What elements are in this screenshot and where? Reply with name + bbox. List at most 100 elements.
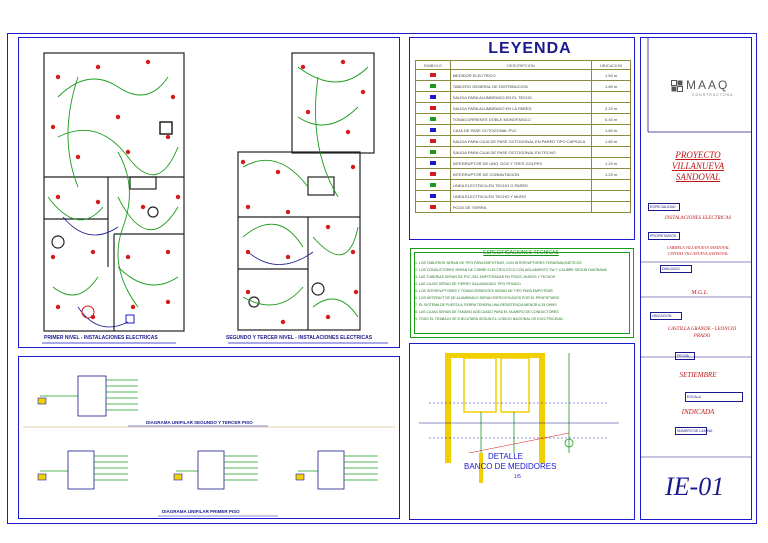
- legend-symbol-icon: [415, 113, 451, 125]
- meter-box-mark: [125, 314, 135, 324]
- spec-line: 2. LOS CONDUCTORES SERAN DE COBRE ELECTR…: [415, 268, 607, 272]
- legend-symbol-icon: [415, 80, 451, 92]
- detail-scale: 1/5: [514, 474, 521, 480]
- outlet-marks: [50, 59, 366, 325]
- legend-description: TOMACORRIENTE DOBLE MONOFASICO: [449, 113, 593, 125]
- legend-location: [591, 190, 631, 202]
- legend-location: 1.20 m: [591, 157, 631, 169]
- legend-row: TABLERO GENERAL DE DISTRIBUCION 1.80 m: [415, 80, 631, 92]
- legend-symbol-icon: [415, 190, 451, 202]
- scale-value: INDICADA: [681, 408, 715, 416]
- date-tag: FECHA: [677, 354, 689, 358]
- legend-header-description: DESCRIPCION: [449, 60, 593, 70]
- spec-line: 8. LAS CAJAS SERAN DE TAMANO ADECUADO PA…: [415, 310, 559, 314]
- spec-line: 5. LOS INTERRUPTORES Y TOMACORRIENTES SE…: [415, 289, 553, 293]
- legend-location: [591, 91, 631, 103]
- meter-bank-detail-drawing: [419, 353, 619, 483]
- project-name-2: SANDOVAL: [675, 172, 721, 182]
- legend-description: TABLERO GENERAL DE DISTRIBUCION: [449, 80, 593, 92]
- upper-floor-caption: SEGUNDO Y TERCER NIVEL - INSTALACIONES E…: [226, 335, 373, 341]
- location-tag: UBICACION: [652, 314, 672, 318]
- legend-row: TOMACORRIENTE DOBLE MONOFASICO 0.40 m: [415, 113, 631, 125]
- legend-location: 1.50 m: [591, 69, 631, 81]
- legend-symbol-icon: [415, 135, 451, 147]
- detail-title: DETALLE: [488, 452, 523, 461]
- panel-board-mark: [81, 305, 95, 319]
- diagram-first-ground-1: [37, 473, 47, 481]
- spec-line: 9. TODO EL TRABAJO SE EJECUTARA SEGUN EL…: [415, 317, 563, 321]
- legend-description: SALIDA PARA ALUMBRADO EN EL TECHO: [449, 91, 593, 103]
- legend-symbol-icon: [415, 124, 451, 136]
- legend-location: [591, 201, 631, 213]
- spec-line: 6. LOS ARTEFACTOS DE ALUMBRADO SERAN ESP…: [415, 296, 560, 300]
- legend-header-location: UBICACION: [591, 60, 631, 70]
- legend-description: SALIDA PARA CAJA DE PASE OCTOGONAL EN TE…: [449, 146, 593, 158]
- scale-tag: ESCALA: [687, 395, 701, 399]
- diagram-first: [40, 450, 378, 490]
- legend-row: LINEA ELECTRICA EN TECHO O PARED: [415, 179, 631, 191]
- first-floor-plan: [43, 52, 185, 332]
- sheet-tag: NUMERO DE LAMINA: [677, 429, 713, 433]
- diagram-first-caption: DIAGRAMA UNIFILAR PRIMER PISO: [162, 509, 240, 514]
- project-heading: PROYECTO: [675, 150, 721, 160]
- legend-symbol-icon: [415, 201, 451, 213]
- legend-symbol-icon: [415, 69, 451, 81]
- drew-tag: DIBUJADO: [662, 267, 680, 271]
- diagram-upper-ground: [37, 397, 47, 405]
- specialty-value: INSTALACIONES ELECTRICAS: [664, 216, 732, 221]
- legend-location: 1.80 m: [591, 135, 631, 147]
- legend-row: MEDIDOR ELECTRICO 1.50 m: [415, 69, 631, 81]
- sheet-number: IE-01: [665, 472, 725, 501]
- legend-location: [591, 179, 631, 191]
- diagram-upper: [40, 375, 138, 417]
- first-floor-caption: PRIMER NIVEL - INSTALACIONES ELECTRICAS: [44, 335, 158, 341]
- project-name-1: VILLANUEVA: [671, 161, 725, 171]
- company-logo-icon: [671, 80, 683, 92]
- legend-symbol-icon: [415, 179, 451, 191]
- spec-panel: ESPECIFICACIONES TECNICAS 1. LOS TABLERO…: [410, 248, 634, 338]
- legend-description: POZO DE TIERRA: [449, 201, 593, 213]
- circuit-lines: [47, 66, 369, 318]
- spec-line: 1. LOS TABLEROS SERAN DE TIPO PARA EMPOT…: [415, 261, 582, 265]
- single-line-diagrams: [23, 375, 395, 517]
- legend-title: LEYENDA: [488, 40, 572, 57]
- owner-1: CARMELA VILLANUEVA SANDOVAL: [666, 245, 730, 250]
- wiring-trace: [62, 216, 314, 328]
- legend-row: INTERRUPTOR DE CONMUTACION 1.20 m: [415, 168, 631, 180]
- detail-subtitle: BANCO DE MEDIDORES: [464, 462, 557, 471]
- legend-location: [591, 146, 631, 158]
- legend-location: 2.20 m: [591, 102, 631, 114]
- legend-description: INTERRUPTOR DE UNO, DOS Y TRES GOLPES: [449, 157, 593, 169]
- drew-value: M.G.L.: [691, 290, 709, 296]
- company-name: MAAQ: [686, 78, 730, 92]
- spec-line: 3. LAS TUBERIAS SERAN DE PVC-SEL EMPOTRA…: [415, 275, 556, 279]
- legend-location: 1.80 m: [591, 124, 631, 136]
- legend-description: SALIDA PARA CAJA DE PASE OCTOGONAL EN PA…: [449, 135, 593, 147]
- legend-row: SALIDA PARA ALUMBRADO EN EL TECHO: [415, 91, 631, 103]
- owners-tag: PROPIETARIOS: [650, 234, 676, 238]
- legend-table: SIMBOLO DESCRIPCION UBICACION MEDIDOR EL…: [415, 60, 631, 213]
- legend-row: CAJA DE PASE OCTOGONAL PVC 1.80 m: [415, 124, 631, 136]
- legend-symbol-icon: [415, 168, 451, 180]
- legend-row: INTERRUPTOR DE UNO, DOS Y TRES GOLPES 1.2…: [415, 157, 631, 169]
- legend-description: SALIDA PARA ALUMBRADO EN LA PARED: [449, 102, 593, 114]
- diagram-first-ground-2: [173, 473, 183, 481]
- legend-header-symbol: SIMBOLO: [415, 60, 451, 70]
- legend-description: INTERRUPTOR DE CONMUTACION: [449, 168, 593, 180]
- location-value: CASTILLA GRANDE - LEONCIO PRADO: [667, 327, 737, 339]
- legend-description: LINEA ELECTRICA EN TECHO Y MURO: [449, 190, 593, 202]
- diagram-upper-caption: DIAGRAMA UNIFILAR SEGUNDO Y TERCER PISO: [146, 420, 253, 425]
- legend-symbol-icon: [415, 157, 451, 169]
- upper-floor-plan: [237, 52, 375, 331]
- spec-line: 4. LAS CAJAS SERAN DE FIERRO GALVANIZADO…: [415, 282, 521, 286]
- legend-symbol-icon: [415, 146, 451, 158]
- legend-row: SALIDA PARA CAJA DE PASE OCTOGONAL EN PA…: [415, 135, 631, 147]
- legend-location: 1.80 m: [591, 80, 631, 92]
- date-value: SETIEMBRE: [679, 371, 717, 379]
- legend-row: SALIDA PARA ALUMBRADO EN LA PARED 2.20 m: [415, 102, 631, 114]
- legend-description: LINEA ELECTRICA EN TECHO O PARED: [449, 179, 593, 191]
- legend-row: POZO DE TIERRA: [415, 201, 631, 213]
- legend-row: SALIDA PARA CAJA DE PASE OCTOGONAL EN TE…: [415, 146, 631, 158]
- legend-symbol-icon: [415, 91, 451, 103]
- floor-plans-drawing: [42, 52, 388, 344]
